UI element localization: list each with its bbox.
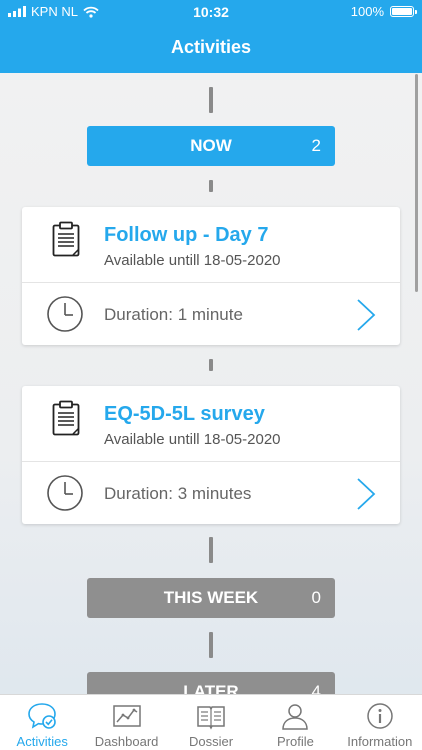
activity-title: Follow up - Day 7 bbox=[104, 224, 269, 246]
section-count: 4 bbox=[311, 682, 321, 694]
tab-bar: Activities Dashboard Dossier Profile Inf… bbox=[0, 694, 422, 750]
timeline-connector bbox=[209, 632, 213, 658]
activity-card-footer[interactable]: Duration: 3 minutes bbox=[22, 463, 400, 524]
tab-label: Activities bbox=[16, 734, 68, 749]
activity-availability: Available untill 18-05-2020 bbox=[104, 252, 281, 269]
battery-icon bbox=[390, 6, 417, 17]
status-bar: KPN NL 10:32 100% bbox=[0, 0, 422, 24]
activity-card-footer[interactable]: Duration: 1 minute bbox=[22, 284, 400, 345]
info-icon bbox=[367, 703, 393, 729]
section-later[interactable]: LATER 4 bbox=[87, 672, 335, 694]
section-count: 0 bbox=[311, 588, 321, 607]
tab-label: Dashboard bbox=[94, 734, 159, 749]
chevron-right-icon[interactable] bbox=[356, 298, 376, 332]
tab-label: Dossier bbox=[188, 734, 234, 749]
chat-check-icon bbox=[28, 703, 57, 729]
section-label: THIS WEEK bbox=[163, 588, 259, 607]
activity-card[interactable]: Follow up - Day 7 Available untill 18-05… bbox=[22, 207, 400, 345]
tab-dossier[interactable]: Dossier bbox=[169, 695, 253, 750]
section-label: NOW bbox=[190, 136, 232, 155]
clock-icon bbox=[47, 296, 83, 332]
clipboard-icon bbox=[52, 221, 80, 257]
person-icon bbox=[282, 704, 309, 730]
activity-card-header[interactable]: EQ-5D-5L survey Available untill 18-05-2… bbox=[22, 386, 400, 462]
battery-percent: 100% bbox=[350, 4, 384, 19]
section-now[interactable]: NOW 2 bbox=[87, 126, 335, 166]
book-icon bbox=[197, 706, 225, 730]
timeline-connector bbox=[209, 537, 213, 563]
tab-dashboard[interactable]: Dashboard bbox=[84, 695, 168, 750]
section-this-week[interactable]: THIS WEEK 0 bbox=[87, 578, 335, 618]
activity-availability: Available untill 18-05-2020 bbox=[104, 431, 281, 448]
tab-profile[interactable]: Profile bbox=[253, 695, 337, 750]
clipboard-icon bbox=[52, 400, 80, 436]
tab-label: Profile bbox=[276, 734, 314, 749]
tab-activities[interactable]: Activities bbox=[0, 695, 84, 750]
activity-duration: Duration: 3 minutes bbox=[104, 484, 252, 503]
section-count: 2 bbox=[311, 136, 321, 155]
activity-card-header[interactable]: Follow up - Day 7 Available untill 18-05… bbox=[22, 207, 400, 283]
scrollbar[interactable] bbox=[415, 74, 418, 292]
tab-information[interactable]: Information bbox=[338, 695, 422, 750]
clock-icon bbox=[47, 475, 83, 511]
chart-icon bbox=[112, 705, 141, 727]
app-header: KPN NL 10:32 100% Activities bbox=[0, 0, 422, 73]
activity-card[interactable]: EQ-5D-5L survey Available untill 18-05-2… bbox=[22, 386, 400, 524]
timeline-connector bbox=[209, 87, 213, 113]
activity-title: EQ-5D-5L survey bbox=[104, 403, 265, 425]
activities-timeline[interactable]: NOW 2 Follow up - Day 7 Available untill… bbox=[0, 73, 422, 694]
chevron-right-icon[interactable] bbox=[356, 477, 376, 511]
tab-label: Information bbox=[347, 734, 413, 749]
page-title: Activities bbox=[170, 37, 252, 57]
status-right: 100% bbox=[350, 4, 417, 19]
timeline-connector bbox=[209, 359, 213, 371]
section-label: LATER bbox=[183, 682, 239, 694]
activity-duration: Duration: 1 minute bbox=[104, 305, 243, 324]
timeline-connector bbox=[209, 180, 213, 192]
